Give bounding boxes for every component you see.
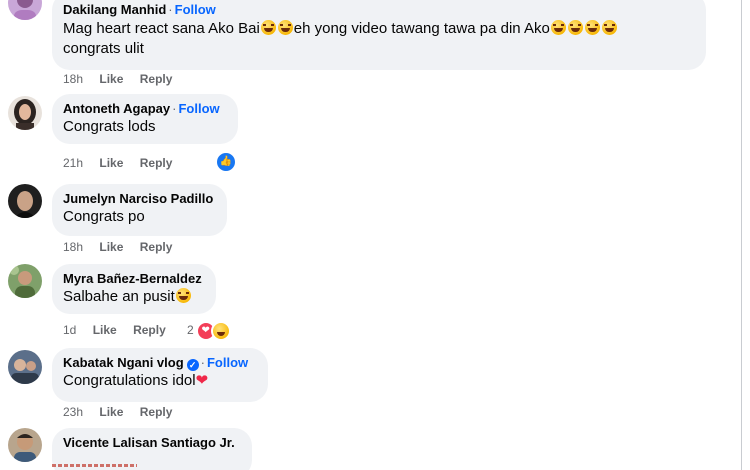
author-name[interactable]: Vicente Lalisan Santiago Jr. [63,435,235,450]
like-button[interactable]: Like [99,240,123,254]
author-line: Antoneth Agapay · Follow [63,101,220,116]
reply-button[interactable]: Reply [140,72,173,86]
verified-icon: ✓ [186,359,199,371]
author-line: Myra Bañez-Bernaldez [63,270,204,287]
avatar[interactable] [8,264,42,298]
author-line: Vicente Lalisan Santiago Jr. [63,434,240,451]
avatar[interactable] [8,96,42,130]
comment-bubble: Dakilang Manhid · Follow Mag heart react s… [52,0,706,70]
author-name[interactable]: Jumelyn Narciso Padillo [63,191,213,206]
comment-time[interactable]: 18h [63,72,83,86]
panel-divider [741,0,742,470]
avatar[interactable] [8,0,42,20]
grin-sweat-emoji-icon [175,288,191,303]
comment-time[interactable]: 18h [63,240,83,254]
comment-item: Kabatak Ngani vlog ✓ · Follow Congratulatio… [0,344,740,424]
rofl-emoji-icon [277,20,293,35]
author-name[interactable]: Dakilang Manhid [63,2,166,17]
comment-text: Mag heart react sana Ako Bai eh yong vide… [63,19,694,39]
author-name[interactable]: Kabatak Ngani vlog [63,355,184,370]
like-icon[interactable]: 👍 [215,151,237,173]
rofl-emoji-icon [260,20,276,35]
avatar[interactable] [8,350,42,384]
comment-item: Myra Bañez-Bernaldez Salbahe an pusit 1d… [0,260,740,344]
reply-button[interactable]: Reply [140,156,173,170]
comment-actions: 18h Like Reply [63,71,185,87]
author-line: Kabatak Ngani vlog ✓ · Follow [63,355,249,371]
rofl-emoji-icon [601,20,617,35]
like-button[interactable]: Like [99,72,123,86]
like-button[interactable]: Like [99,405,123,419]
haha-icon [210,321,231,341]
like-button[interactable]: Like [93,323,117,337]
comment-item: Jumelyn Narciso Padillo Congrats po 18h … [0,176,740,260]
comment-text-part: Salbahe an pusit [63,288,175,305]
author-name[interactable]: Antoneth Agapay [63,101,170,116]
comments-panel: Dakilang Manhid · Follow Mag heart react s… [0,0,750,470]
comment-actions: 18h Like Reply [63,239,185,255]
reply-button[interactable]: Reply [140,405,173,419]
author-line: Jumelyn Narciso Padillo [63,190,215,207]
comment-text-part: eh yong video tawang tawa pa din Ako [293,20,550,37]
comment-bubble: Myra Bañez-Bernaldez Salbahe an pusit [52,264,216,314]
like-button[interactable]: Like [99,156,123,170]
comment-text: Salbahe an pusit [63,287,204,307]
comment-text: Congrats po [63,208,145,225]
comment-text: congrats ulit [63,40,144,57]
rofl-emoji-icon [584,20,600,35]
author-name[interactable]: Myra Bañez-Bernaldez [63,271,202,286]
reply-button[interactable]: Reply [133,323,166,337]
red-heart-emoji-icon: ❤ [195,372,209,389]
reply-button[interactable]: Reply [140,240,173,254]
comment-item: Antoneth Agapay · Follow Congrats lods 👍 2… [0,92,740,176]
comment-bubble: Antoneth Agapay · Follow Congrats lods [52,94,238,144]
comment-item: Dakilang Manhid · Follow Mag heart react s… [0,0,740,92]
comment-text: Congratulations idol❤ [63,371,256,391]
comment-actions: 21h Like Reply [63,155,185,171]
truncated-comment-text [52,464,137,467]
author-line: Dakilang Manhid · Follow [63,2,216,17]
comment-actions: 23h Like Reply [63,404,185,420]
comment-time[interactable]: 1d [63,323,76,337]
avatar[interactable] [8,428,42,462]
follow-button[interactable]: Follow [178,101,219,116]
avatar[interactable] [8,184,42,218]
reaction-summary[interactable]: 2 ❤ [187,321,231,341]
comment-bubble: Kabatak Ngani vlog ✓ · Follow Congratulatio… [52,348,268,402]
comment-time[interactable]: 21h [63,156,83,170]
comment-bubble: Jumelyn Narciso Padillo Congrats po [52,184,227,236]
follow-button[interactable]: Follow [175,2,216,17]
comment-time[interactable]: 23h [63,405,83,419]
comment-text-part: Congratulations idol [63,372,196,389]
rofl-emoji-icon [550,20,566,35]
comment-text: Congrats lods [63,118,156,135]
rofl-emoji-icon [567,20,583,35]
reaction-count: 2 [187,323,194,338]
follow-button[interactable]: Follow [207,355,248,370]
comment-actions: 1d Like Reply [63,322,179,338]
comment-text-part: Mag heart react sana Ako Bai [63,20,260,37]
